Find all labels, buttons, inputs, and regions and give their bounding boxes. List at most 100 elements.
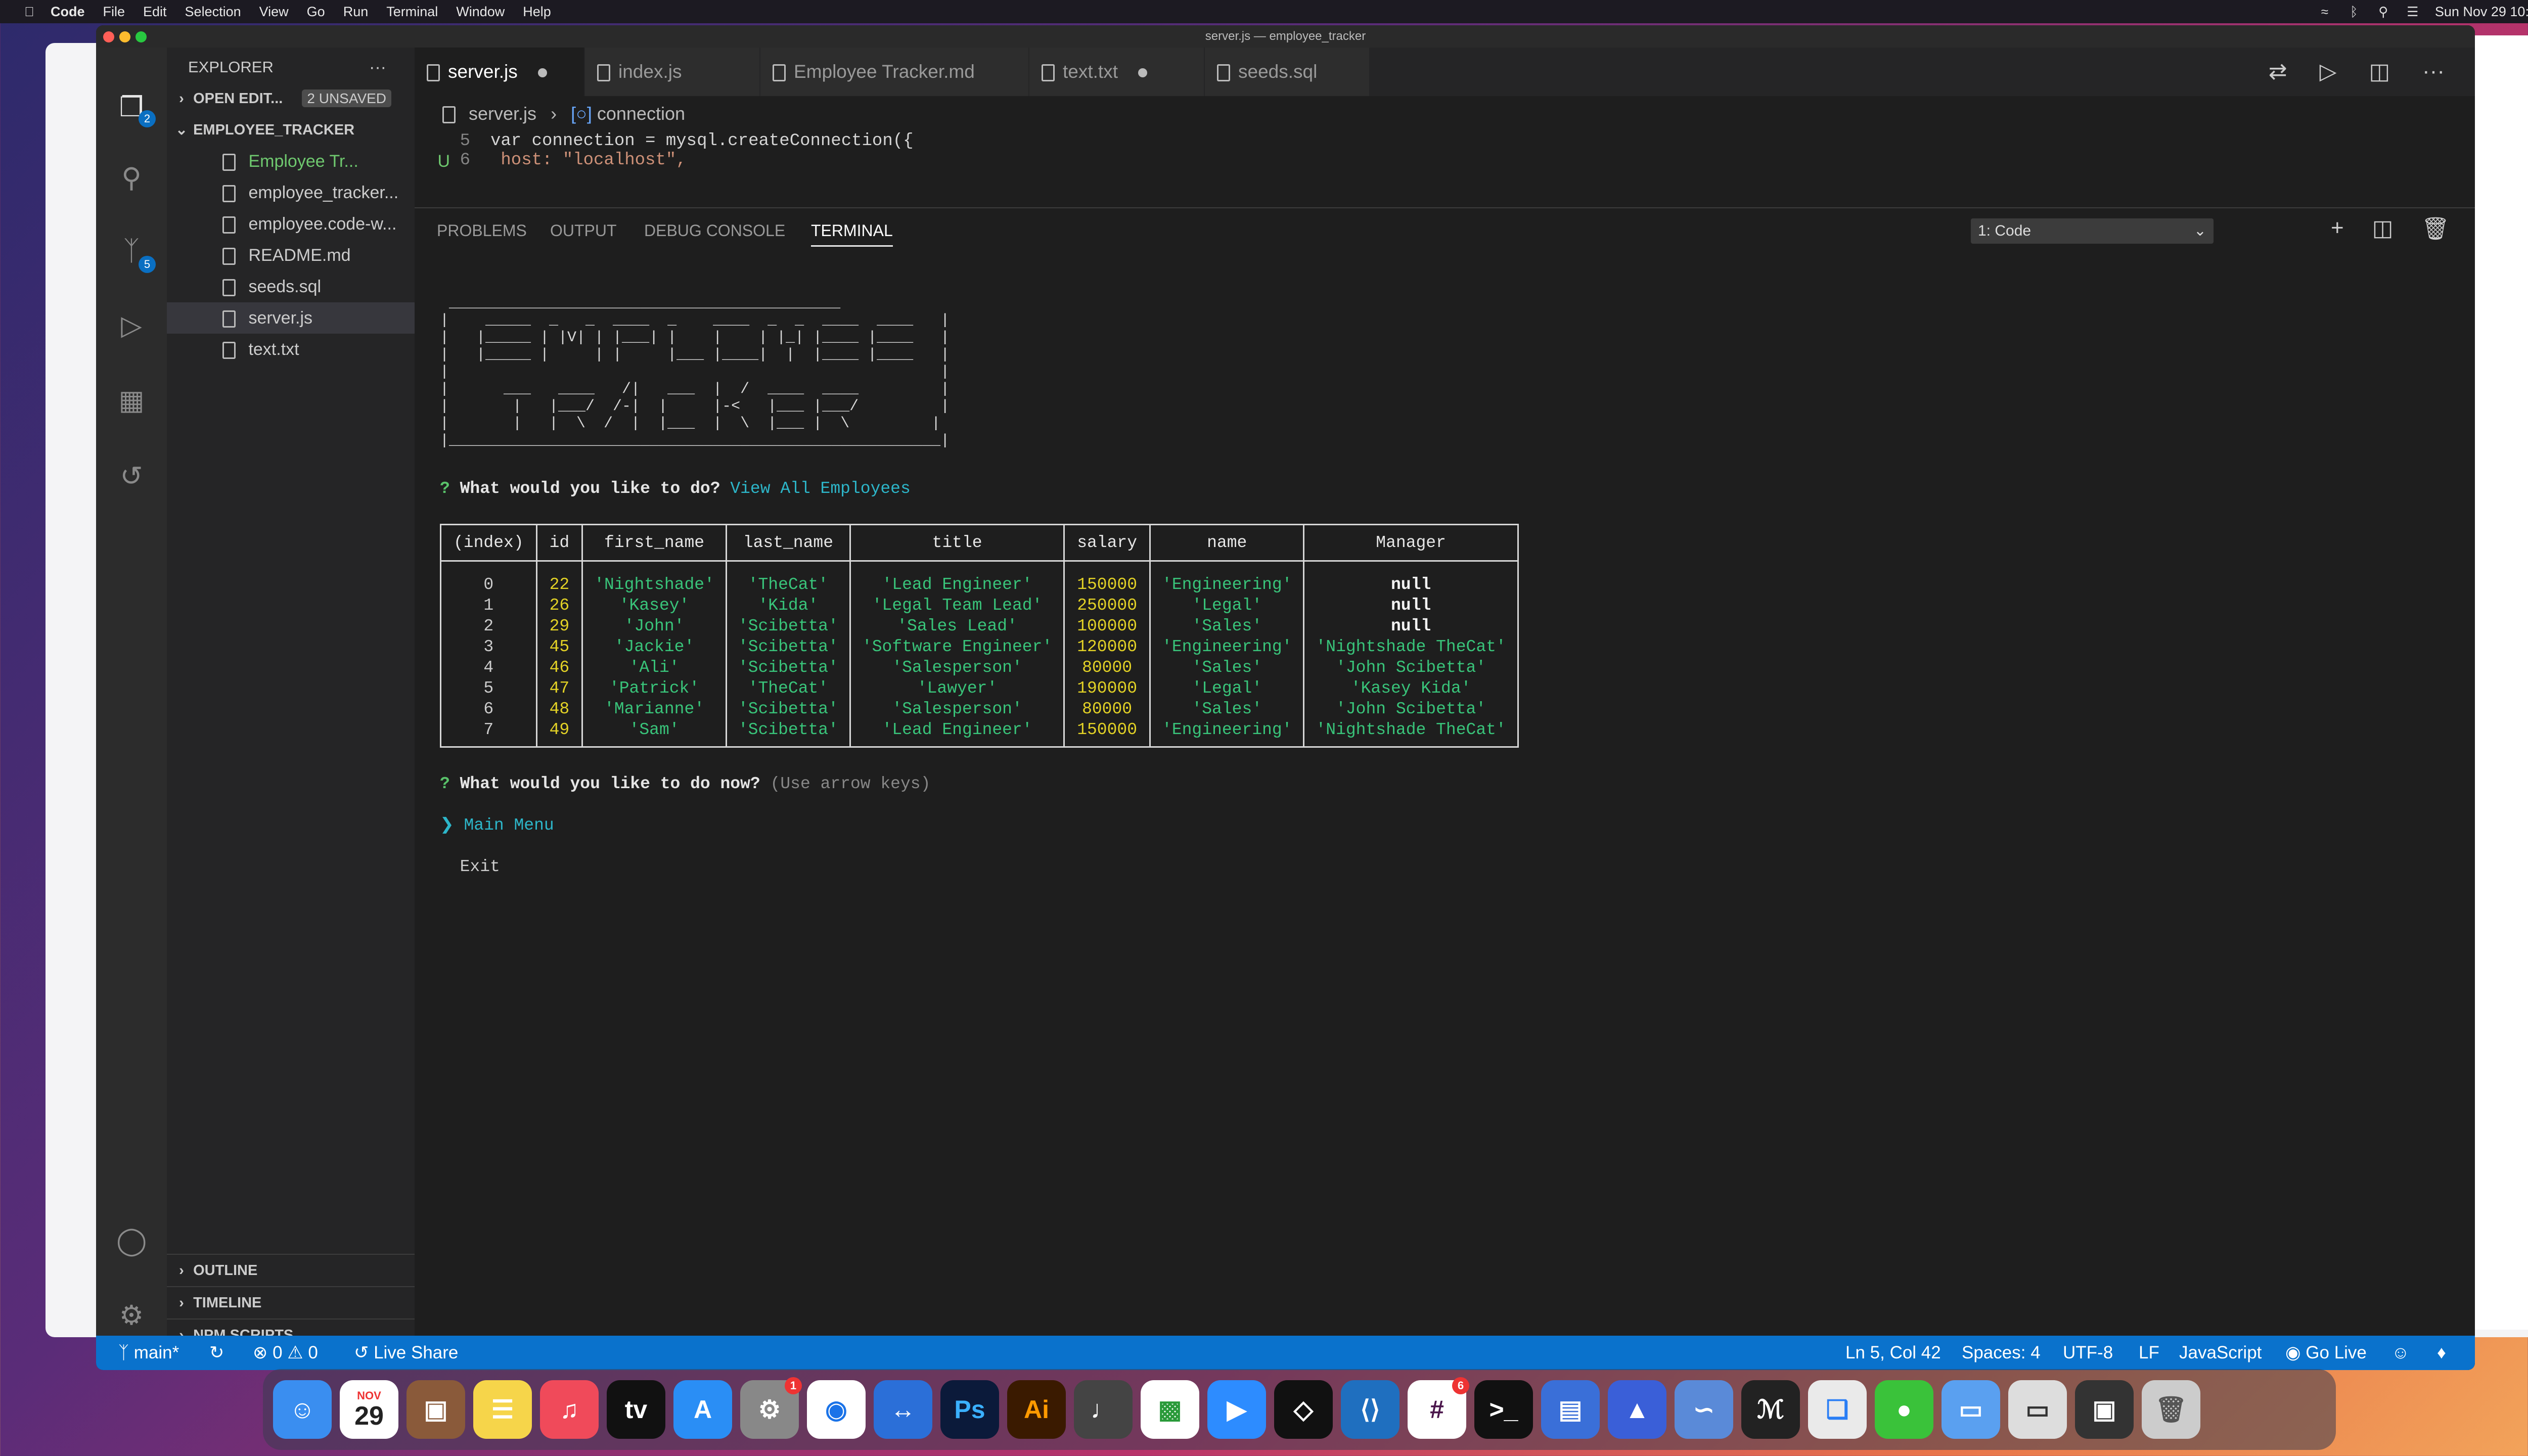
terminal-icon[interactable]: >_ bbox=[1474, 1380, 1533, 1439]
vscode-icon[interactable]: ⟨⟩ bbox=[1341, 1380, 1400, 1439]
directory-utility-icon[interactable]: ▲ bbox=[1608, 1380, 1666, 1439]
zoom-icon[interactable]: ▶ bbox=[1207, 1380, 1266, 1439]
panel-tab-terminal[interactable]: TERMINAL bbox=[811, 221, 893, 247]
tab-seeds-sql[interactable]: seeds.sql bbox=[1205, 48, 1369, 96]
calendar-icon[interactable]: NOV 29 bbox=[340, 1380, 398, 1439]
menu-go[interactable]: Go bbox=[307, 4, 325, 20]
terminal-output[interactable]: ________________________________________… bbox=[440, 274, 1519, 919]
chrome-icon[interactable]: ◉ bbox=[807, 1380, 866, 1439]
menu-file[interactable]: File bbox=[103, 4, 125, 20]
panel-tab-problems[interactable]: PROBLEMS bbox=[437, 221, 527, 240]
menu-run[interactable]: Run bbox=[343, 4, 369, 20]
line-ending[interactable]: LF bbox=[2139, 1336, 2159, 1370]
breadcrumb-file[interactable]: server.js bbox=[469, 103, 536, 124]
panel-tab-debug-console[interactable]: DEBUG CONSOLE bbox=[644, 221, 785, 240]
menu-app-name[interactable]: Code bbox=[51, 4, 85, 20]
settings-gear-icon[interactable]: ⚙ bbox=[116, 1300, 147, 1331]
messages-icon[interactable]: ● bbox=[1875, 1380, 1933, 1439]
new-terminal-icon[interactable]: + bbox=[2331, 215, 2344, 242]
unity-icon[interactable]: ◇ bbox=[1274, 1380, 1333, 1439]
compare-changes-icon[interactable]: ⇄ bbox=[2269, 59, 2287, 84]
feedback-icon[interactable]: ☺ bbox=[2391, 1336, 2410, 1370]
menu-view[interactable]: View bbox=[259, 4, 289, 20]
folder-section[interactable]: ⌄ EMPLOYEE_TRACKER bbox=[167, 114, 422, 146]
cell-title: 'Lead Engineer' bbox=[849, 574, 1065, 595]
file-icon bbox=[442, 106, 456, 124]
extensions-icon[interactable]: ▦ bbox=[116, 385, 147, 416]
numbers-icon[interactable]: ▩ bbox=[1141, 1380, 1199, 1439]
photo-booth-icon[interactable]: ▣ bbox=[407, 1380, 465, 1439]
app-store-icon[interactable]: A bbox=[673, 1380, 732, 1439]
problems-indicator[interactable]: ⊗ 0 ⚠ 0 bbox=[253, 1336, 318, 1370]
apple-icon[interactable]:  bbox=[22, 5, 36, 19]
split-terminal-icon[interactable]: ◫ bbox=[2372, 215, 2394, 242]
run-file-icon[interactable]: ▷ bbox=[2320, 59, 2337, 84]
search-icon[interactable]: ⚲ bbox=[116, 163, 147, 193]
control-center-icon[interactable]: ☰ bbox=[2406, 5, 2420, 19]
menu-terminal[interactable]: Terminal bbox=[386, 4, 438, 20]
system-preferences-icon[interactable]: ⚙ 1 bbox=[740, 1377, 802, 1439]
zoom-window-button[interactable] bbox=[136, 31, 147, 42]
panel-tab-output[interactable]: OUTPUT bbox=[550, 221, 617, 240]
sync-icon[interactable]: ↻ bbox=[209, 1336, 224, 1370]
indentation[interactable]: Spaces: 4 bbox=[1962, 1336, 2041, 1370]
screenshot-stack-icon[interactable]: ▣ bbox=[2075, 1380, 2134, 1439]
account-icon[interactable]: ◯ bbox=[116, 1225, 147, 1256]
minimize-window-button[interactable] bbox=[119, 31, 130, 42]
garageband-icon[interactable]: ♩ bbox=[1074, 1380, 1133, 1439]
timeline-section[interactable]: › TIMELINE bbox=[167, 1286, 422, 1318]
cursor-position[interactable]: Ln 5, Col 42 bbox=[1845, 1336, 1941, 1370]
document-stack-icon[interactable]: ▭ bbox=[2008, 1380, 2067, 1439]
menu-edit[interactable]: Edit bbox=[143, 4, 167, 20]
music-icon[interactable]: ♫ bbox=[540, 1380, 599, 1439]
tab-employee-tracker-md[interactable]: Employee Tracker.md bbox=[760, 48, 1028, 96]
more-actions-icon[interactable]: ··· bbox=[2422, 59, 2445, 84]
illustrator-icon[interactable]: Ai bbox=[1007, 1380, 1066, 1439]
encoding[interactable]: UTF-8 bbox=[2063, 1336, 2113, 1370]
close-window-button[interactable] bbox=[103, 31, 114, 42]
tab-server-js[interactable]: server.js bbox=[415, 48, 584, 96]
code-editor[interactable]: 5 var connection = mysql.createConnection… bbox=[415, 131, 2475, 207]
finder-icon[interactable]: ☺ bbox=[273, 1380, 332, 1439]
teamviewer-icon[interactable]: ↔ bbox=[874, 1380, 932, 1439]
menu-clock[interactable]: Sun Nov 29 10:55 PM bbox=[2435, 4, 2528, 20]
trash-icon[interactable]: 🗑 bbox=[2142, 1380, 2200, 1439]
terminal-select[interactable]: 1: Code ⌄ bbox=[1971, 218, 2214, 244]
breadcrumb-symbol[interactable]: connection bbox=[597, 103, 685, 124]
menu-help[interactable]: Help bbox=[523, 4, 551, 20]
notifications-icon[interactable]: ♦ bbox=[2437, 1336, 2446, 1370]
tab-text-txt[interactable]: text.txt bbox=[1029, 48, 1204, 96]
split-editor-icon[interactable]: ◫ bbox=[2369, 59, 2390, 84]
outline-section[interactable]: › OUTLINE bbox=[167, 1254, 422, 1286]
search-icon[interactable]: ⚲ bbox=[2376, 5, 2390, 19]
kill-terminal-icon[interactable]: 🗑 bbox=[2421, 215, 2450, 242]
open-editors-section[interactable]: › OPEN EDIT... 2 UNSAVED bbox=[167, 83, 422, 114]
code-line[interactable]: host: "localhost", bbox=[490, 151, 686, 170]
chevron-right-icon: › bbox=[179, 1262, 184, 1279]
downloads-folder-icon[interactable]: ▭ bbox=[1942, 1380, 2000, 1439]
go-live-button[interactable]: ◉ Go Live bbox=[2285, 1336, 2367, 1370]
menu-window[interactable]: Window bbox=[456, 4, 505, 20]
wifi-icon[interactable]: ≈ bbox=[2318, 5, 2332, 19]
slack-icon[interactable]: # 6 bbox=[1408, 1377, 1469, 1439]
menu-selection[interactable]: Selection bbox=[185, 4, 241, 20]
mysql-workbench-icon[interactable]: ∽ bbox=[1675, 1380, 1733, 1439]
code-line[interactable]: var connection = mysql.createConnection(… bbox=[490, 131, 914, 151]
bluetooth-icon[interactable]: ᛒ bbox=[2347, 5, 2361, 19]
apple-tv-icon[interactable]: tv bbox=[607, 1380, 665, 1439]
live-share-icon[interactable]: ↺ bbox=[116, 461, 147, 491]
run-debug-icon[interactable]: ▷ bbox=[116, 310, 147, 341]
live-share-button[interactable]: ↺ Live Share bbox=[354, 1336, 458, 1370]
more-actions-icon[interactable]: ··· bbox=[369, 52, 399, 83]
file-icon bbox=[1042, 64, 1055, 82]
branch-indicator[interactable]: ᛉ main* bbox=[118, 1336, 179, 1370]
screen-sharing-icon[interactable]: ▤ bbox=[1541, 1380, 1600, 1439]
language-mode[interactable]: JavaScript bbox=[2179, 1336, 2262, 1370]
notes-icon[interactable]: ☰ bbox=[473, 1380, 532, 1439]
acrobat-icon[interactable]: ℳ bbox=[1741, 1380, 1800, 1439]
photoshop-icon[interactable]: Ps bbox=[940, 1380, 999, 1439]
choice-exit[interactable]: Exit bbox=[440, 856, 1519, 877]
safari-icon[interactable]: ❑ bbox=[1808, 1380, 1867, 1439]
choice-main-menu[interactable]: ❯ Main Menu bbox=[440, 815, 1519, 836]
tab-index-js[interactable]: index.js bbox=[585, 48, 759, 96]
